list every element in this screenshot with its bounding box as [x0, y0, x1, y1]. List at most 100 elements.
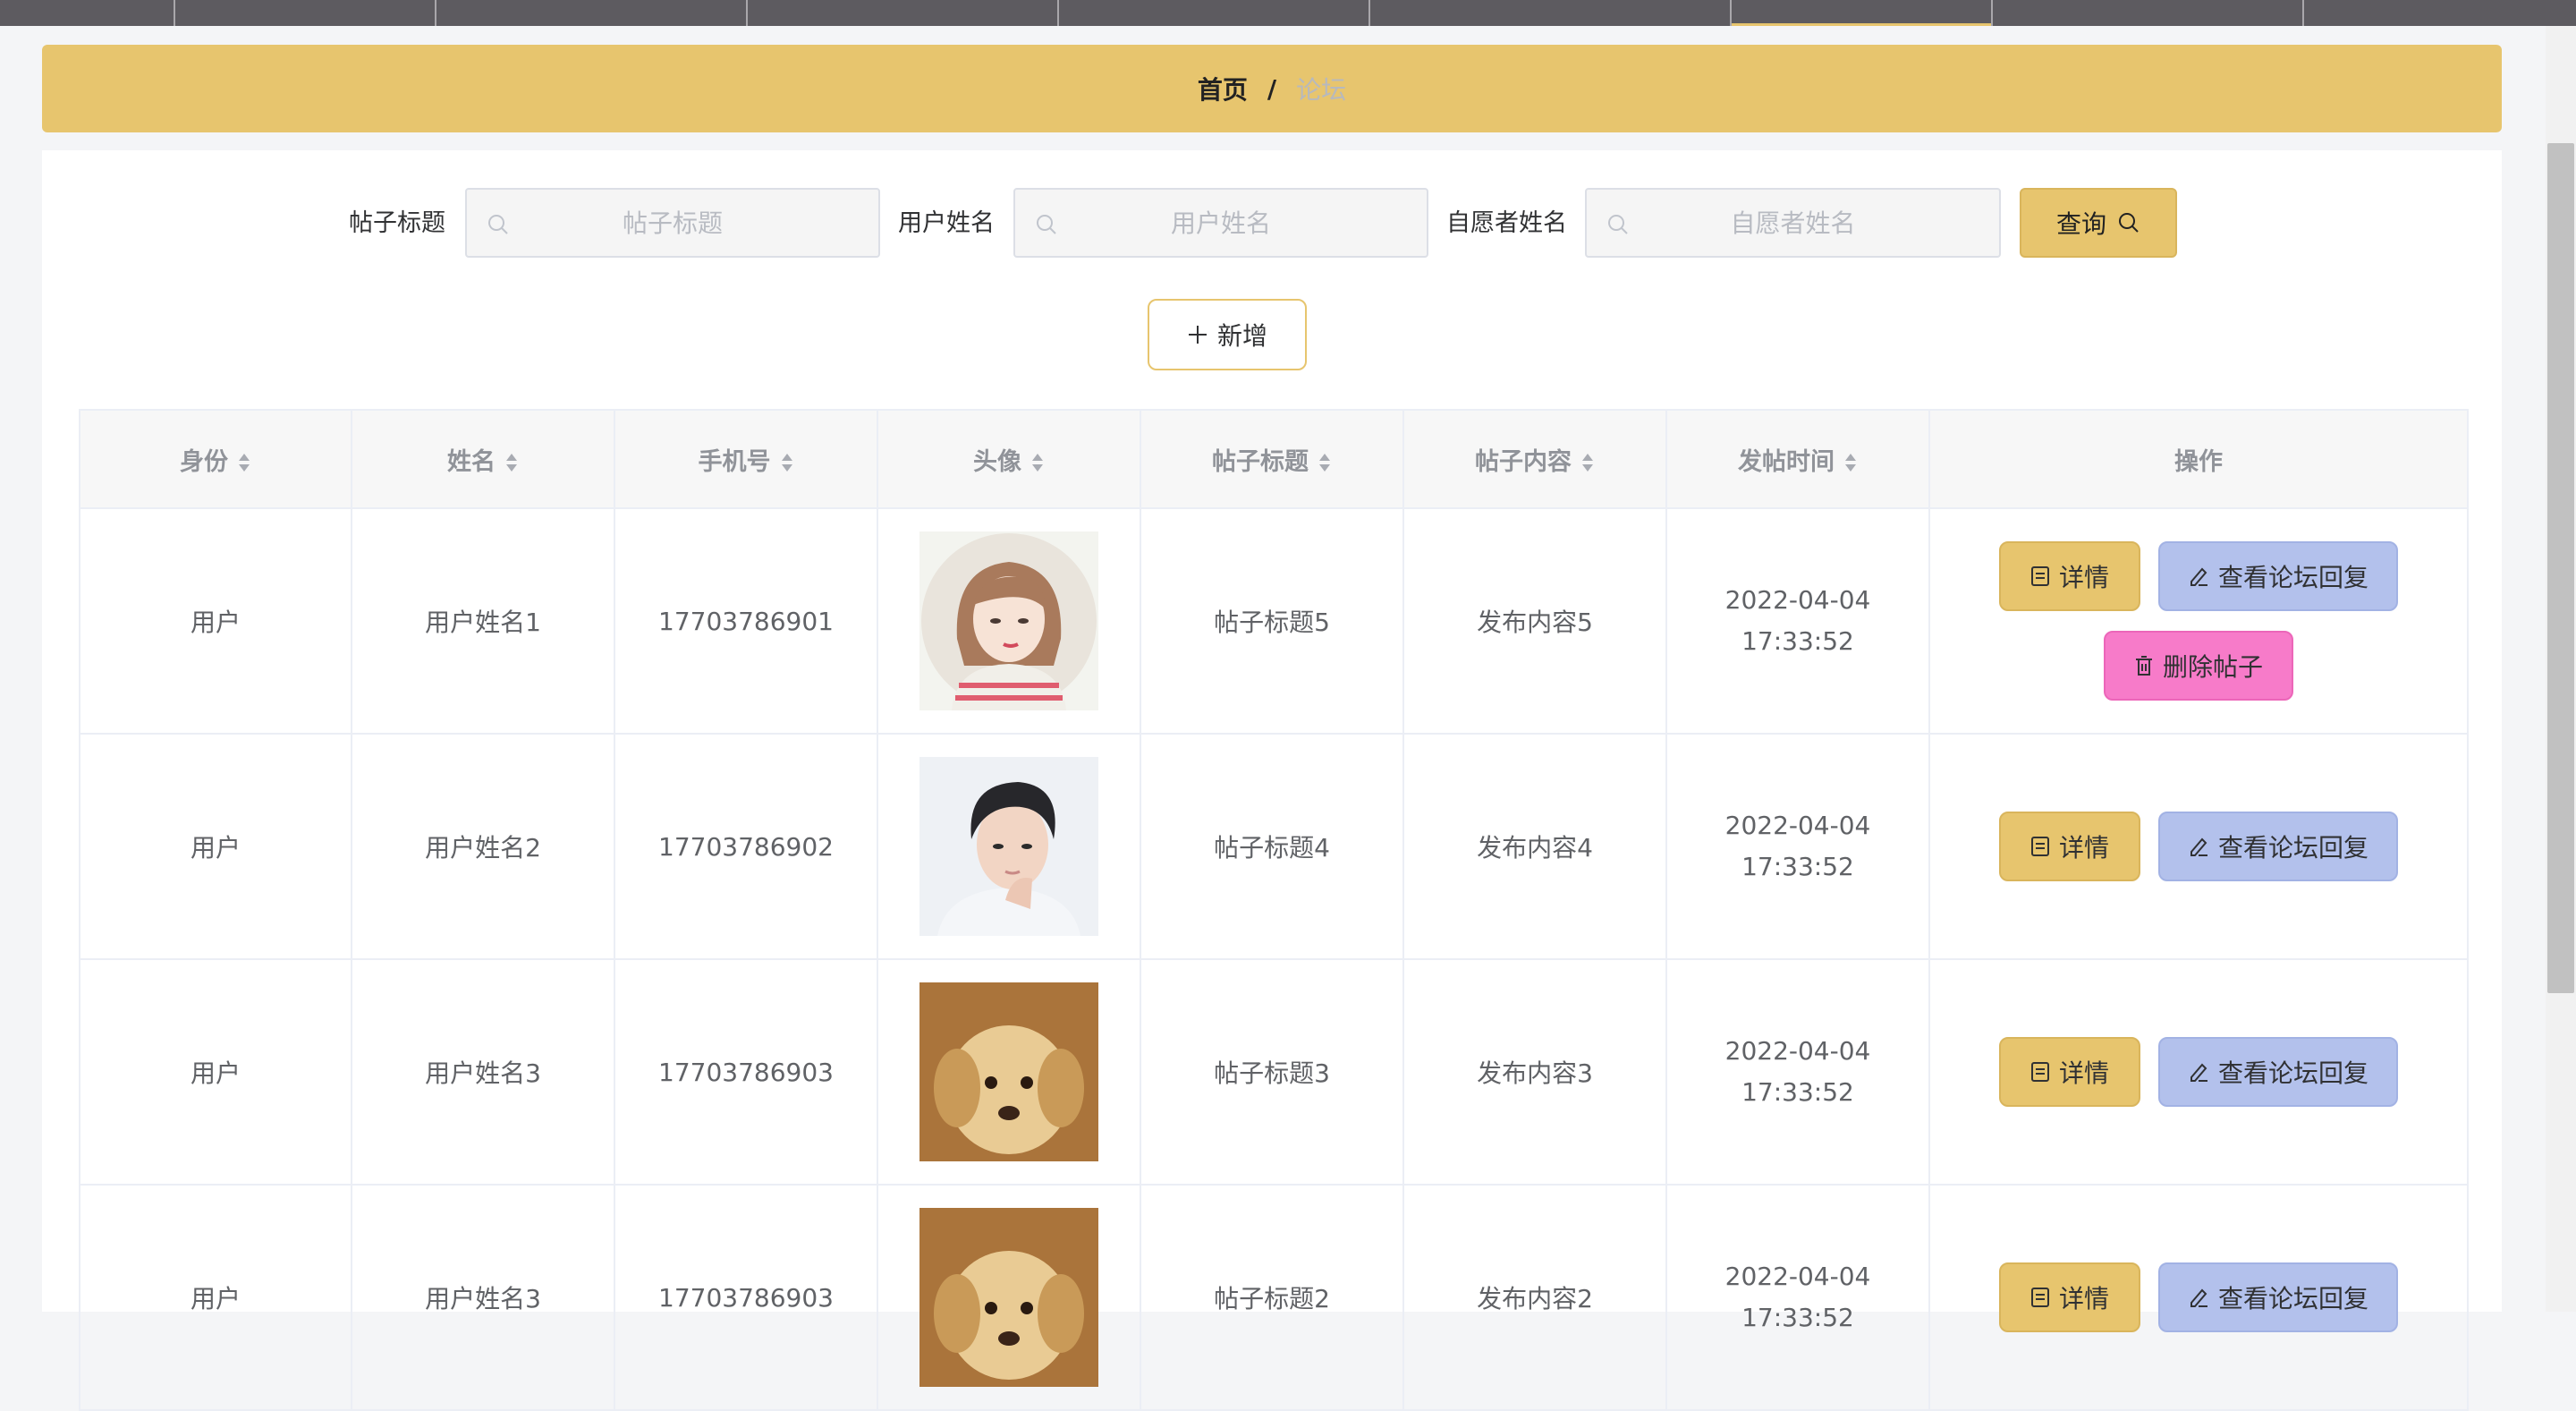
search-label-volunteer-name: 自愿者姓名: [1446, 209, 1567, 237]
nav-divider: [2302, 0, 2304, 26]
plus-icon: [1188, 326, 1207, 344]
search-label-post-title: 帖子标题: [349, 209, 445, 237]
add-button-label: 新增: [1216, 321, 1267, 351]
cell-phone: 17703786903: [614, 958, 878, 1186]
cell-post-title: 帖子标题2: [1140, 1184, 1404, 1411]
cell-phone: 17703786902: [614, 733, 878, 960]
search-input-post-title[interactable]: [467, 207, 878, 239]
table-row: 用户 用户姓名1 17703786901 帖子标题5 发布内容5 2022-04…: [79, 507, 2469, 735]
document-icon: [2030, 566, 2049, 586]
search-input-user-name[interactable]: [1015, 207, 1427, 239]
cell-avatar: [877, 507, 1141, 735]
cell-actions: 详情 查看论坛回复 删除帖子: [1928, 507, 2469, 735]
search-field-user-name[interactable]: [1013, 188, 1428, 258]
nav-divider: [1991, 0, 1993, 26]
top-nav-bar: [0, 0, 2576, 26]
column-header-role[interactable]: 身份: [79, 409, 352, 509]
cell-post-time: 2022-04-04 17:33:52: [1665, 733, 1930, 960]
edit-icon: [2190, 1063, 2207, 1082]
sort-icon[interactable]: [237, 452, 251, 473]
post-time-text: 2022-04-04 17:33:52: [1724, 1262, 1871, 1332]
cartoon-girl-avatar: [919, 531, 1098, 710]
detail-button[interactable]: 详情: [1999, 1037, 2140, 1107]
column-header-actions: 操作: [1928, 409, 2469, 509]
cell-post-time: 2022-04-04 17:33:52: [1665, 507, 1930, 735]
scrollbar-thumb[interactable]: [2547, 143, 2574, 993]
post-time-text: 2022-04-04 17:33:52: [1724, 1036, 1871, 1107]
young-man-avatar: [919, 757, 1098, 936]
column-header-phone[interactable]: 手机号: [614, 409, 878, 509]
cell-post-title: 帖子标题4: [1140, 733, 1404, 960]
search-icon: [1037, 215, 1056, 234]
query-button-label: 查询: [2055, 209, 2106, 239]
cell-avatar: [877, 958, 1141, 1186]
document-icon: [2030, 1062, 2049, 1082]
nav-divider: [746, 0, 748, 26]
column-header-post-time[interactable]: 发帖时间: [1665, 409, 1930, 509]
sort-icon[interactable]: [780, 452, 794, 473]
cell-post-content: 发布内容3: [1402, 958, 1667, 1186]
cell-name: 用户姓名1: [351, 507, 615, 735]
nav-divider: [1057, 0, 1059, 26]
query-button[interactable]: 查询: [2020, 188, 2177, 258]
detail-button[interactable]: 详情: [1999, 541, 2140, 611]
cell-actions: 详情 查看论坛回复: [1928, 733, 2469, 960]
cell-name: 用户姓名3: [351, 958, 615, 1186]
nav-active-indicator: [1732, 23, 1991, 26]
search-icon: [488, 215, 508, 234]
column-header-post-title[interactable]: 帖子标题: [1140, 409, 1404, 509]
table-header-row: 身份 姓名 手机号 头像 帖子标题 帖子内容 发帖时间 操作: [79, 409, 2469, 509]
nav-divider: [1730, 0, 1732, 26]
cell-phone: 17703786901: [614, 507, 878, 735]
edit-icon: [2190, 837, 2207, 856]
detail-button[interactable]: 详情: [1999, 1262, 2140, 1332]
document-icon: [2030, 837, 2049, 856]
cell-actions: 详情 查看论坛回复: [1928, 958, 2469, 1186]
column-header-post-content[interactable]: 帖子内容: [1402, 409, 1667, 509]
nav-divider: [435, 0, 436, 26]
table-row: 用户 用户姓名3 17703786903 帖子标题2 发布内容2 2022-04…: [79, 1184, 2469, 1411]
cell-post-content: 发布内容4: [1402, 733, 1667, 960]
cell-role: 用户: [79, 1184, 352, 1411]
cell-role: 用户: [79, 958, 352, 1186]
breadcrumb-current: 论坛: [1296, 75, 1347, 105]
cell-role: 用户: [79, 507, 352, 735]
nav-divider: [1368, 0, 1370, 26]
search-input-volunteer-name[interactable]: [1587, 207, 1999, 239]
detail-button[interactable]: 详情: [1999, 812, 2140, 881]
cell-post-content: 发布内容2: [1402, 1184, 1667, 1411]
column-header-name[interactable]: 姓名: [351, 409, 615, 509]
add-button[interactable]: 新增: [1148, 299, 1307, 370]
table-row: 用户 用户姓名3 17703786903 帖子标题3 发布内容3 2022-04…: [79, 958, 2469, 1186]
sort-icon[interactable]: [1318, 452, 1332, 473]
search-field-post-title[interactable]: [465, 188, 880, 258]
delete-post-button[interactable]: 删除帖子: [2104, 631, 2293, 701]
document-icon: [2030, 1288, 2049, 1307]
view-replies-button[interactable]: 查看论坛回复: [2158, 1037, 2398, 1107]
view-replies-button[interactable]: 查看论坛回复: [2158, 1262, 2398, 1332]
sort-icon[interactable]: [504, 452, 519, 473]
sort-icon[interactable]: [1580, 452, 1595, 473]
search-icon: [1608, 215, 1628, 234]
cell-post-title: 帖子标题5: [1140, 507, 1404, 735]
cell-avatar: [877, 733, 1141, 960]
trash-icon: [2135, 656, 2152, 676]
column-header-avatar[interactable]: 头像: [877, 409, 1141, 509]
view-replies-button[interactable]: 查看论坛回复: [2158, 812, 2398, 881]
breadcrumb-separator: /: [1267, 73, 1277, 104]
sort-icon[interactable]: [1843, 452, 1858, 473]
cell-phone: 17703786903: [614, 1184, 878, 1411]
cell-avatar: [877, 1184, 1141, 1411]
cell-name: 用户姓名3: [351, 1184, 615, 1411]
cell-post-time: 2022-04-04 17:33:52: [1665, 958, 1930, 1186]
post-time-text: 2022-04-04 17:33:52: [1724, 811, 1871, 881]
sort-icon[interactable]: [1030, 452, 1045, 473]
view-replies-button[interactable]: 查看论坛回复: [2158, 541, 2398, 611]
edit-icon: [2190, 1288, 2207, 1307]
post-time-text: 2022-04-04 17:33:52: [1724, 585, 1871, 656]
cell-role: 用户: [79, 733, 352, 960]
breadcrumb-home[interactable]: 首页: [1198, 71, 1248, 106]
search-field-volunteer-name[interactable]: [1585, 188, 2001, 258]
forum-table: 身份 姓名 手机号 头像 帖子标题 帖子内容 发帖时间 操作 用户 用户姓名1 …: [79, 409, 2469, 1411]
table-row: 用户 用户姓名2 17703786902 帖子标题4 发布内容4 2022-04…: [79, 733, 2469, 960]
